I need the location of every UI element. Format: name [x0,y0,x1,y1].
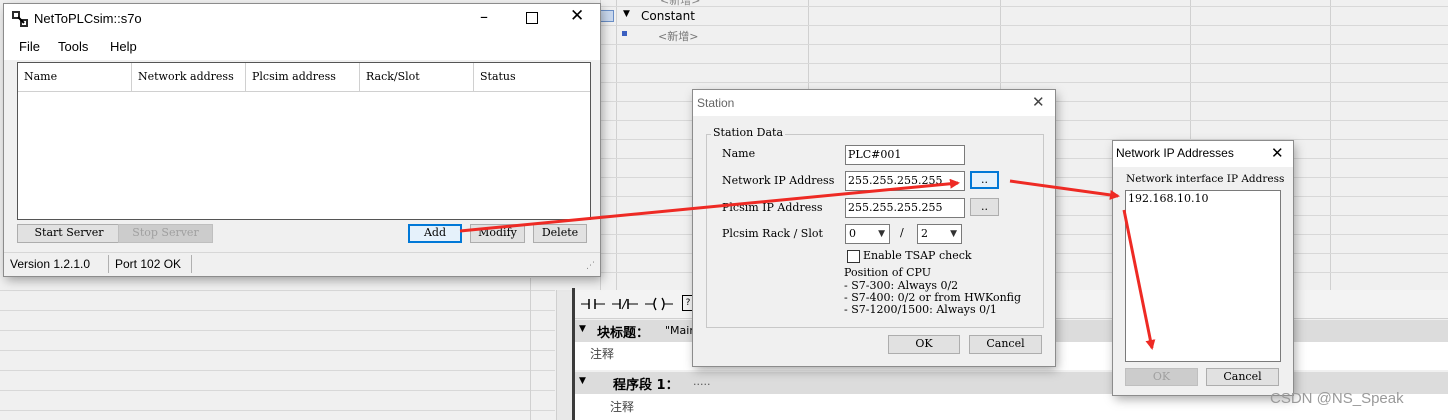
arrow-list-down [1122,209,1156,350]
arrow-add-to-browse [459,178,960,233]
arrow-browse-to-dialog [1009,179,1120,200]
watermark: CSDN @NS_Speak [1270,390,1404,407]
annotation-arrows [459,178,1156,350]
